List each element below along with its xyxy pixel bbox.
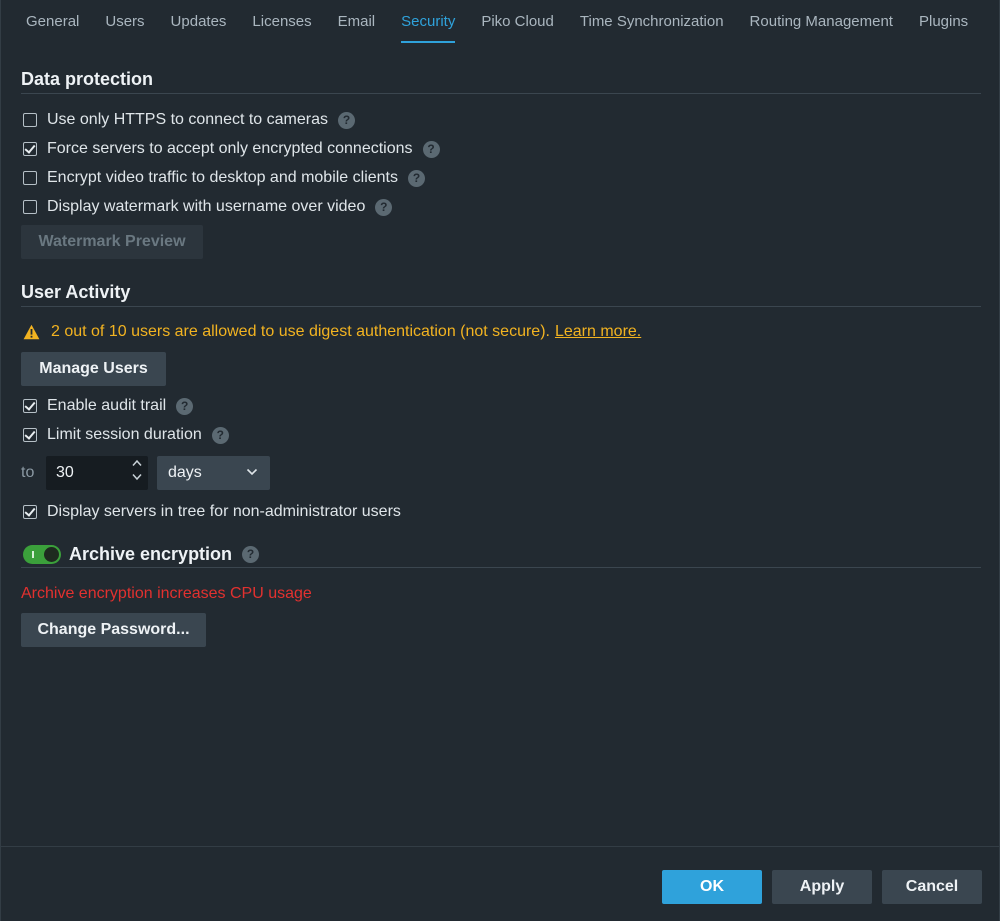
warning-triangle-icon xyxy=(23,324,40,340)
ok-button[interactable]: OK xyxy=(662,870,762,904)
manage-users-button[interactable]: Manage Users xyxy=(21,352,166,386)
encrypted-connections-option[interactable]: Force servers to accept only encrypted c… xyxy=(23,139,440,159)
chevron-down-icon xyxy=(246,468,258,476)
question-icon[interactable]: ? xyxy=(176,397,194,415)
question-icon[interactable]: ? xyxy=(375,198,393,216)
encrypted-connections-checkbox[interactable] xyxy=(23,142,37,156)
watermark-option[interactable]: Display watermark with username over vid… xyxy=(23,197,393,217)
tab-users[interactable]: Users xyxy=(92,0,157,44)
audit-trail-option[interactable]: Enable audit trail ? xyxy=(23,396,194,416)
tab-piko-cloud[interactable]: Piko Cloud xyxy=(468,0,567,44)
warning-text: 2 out of 10 users are allowed to use dig… xyxy=(51,323,550,340)
https-only-label: Use only HTTPS to connect to cameras xyxy=(47,111,328,128)
apply-button[interactable]: Apply xyxy=(772,870,872,904)
archive-encryption-header: Archive encryption ? xyxy=(23,543,260,565)
watermark-preview-button[interactable]: Watermark Preview xyxy=(21,225,203,259)
limit-session-checkbox[interactable] xyxy=(23,428,37,442)
section-divider xyxy=(21,567,981,568)
tab-general[interactable]: General xyxy=(13,0,92,44)
https-only-checkbox[interactable] xyxy=(23,113,37,127)
system-administration-window: General Users Updates Licenses Email Sec… xyxy=(0,0,1000,921)
tab-routing-management[interactable]: Routing Management xyxy=(737,0,906,44)
session-duration-unit-select[interactable]: days xyxy=(157,456,270,490)
https-only-option[interactable]: Use only HTTPS to connect to cameras ? xyxy=(23,110,355,130)
watermark-checkbox[interactable] xyxy=(23,200,37,214)
toggle-on-mark xyxy=(32,550,34,558)
tab-time-synchronization[interactable]: Time Synchronization xyxy=(567,0,737,44)
toggle-knob xyxy=(44,546,59,562)
chevron-up-icon[interactable] xyxy=(132,459,142,467)
encrypt-video-option[interactable]: Encrypt video traffic to desktop and mob… xyxy=(23,168,425,188)
limit-session-label: Limit session duration xyxy=(47,426,202,443)
footer-divider xyxy=(1,846,1000,847)
spin-arrows[interactable] xyxy=(132,459,142,481)
question-icon[interactable]: ? xyxy=(338,111,355,129)
watermark-label: Display watermark with username over vid… xyxy=(47,198,366,215)
audit-trail-label: Enable audit trail xyxy=(47,397,167,414)
question-icon[interactable]: ? xyxy=(408,169,425,187)
tab-security[interactable]: Security xyxy=(388,0,468,44)
duration-unit-value: days xyxy=(168,464,202,481)
section-divider xyxy=(21,306,981,307)
display-servers-option[interactable]: Display servers in tree for non-administ… xyxy=(23,502,401,522)
encrypt-video-label: Encrypt video traffic to desktop and mob… xyxy=(47,169,398,186)
display-servers-checkbox[interactable] xyxy=(23,505,37,519)
cancel-button[interactable]: Cancel xyxy=(882,870,982,904)
archive-encryption-warning: Archive encryption increases CPU usage xyxy=(21,585,312,602)
encrypt-video-checkbox[interactable] xyxy=(23,171,37,185)
session-duration-value[interactable]: 30 xyxy=(56,464,74,482)
encrypted-connections-label: Force servers to accept only encrypted c… xyxy=(47,140,413,157)
question-icon[interactable]: ? xyxy=(242,545,260,563)
data-protection-title: Data protection xyxy=(21,69,154,89)
display-servers-label: Display servers in tree for non-administ… xyxy=(47,503,401,520)
archive-encryption-toggle[interactable] xyxy=(23,544,61,564)
audit-trail-checkbox[interactable] xyxy=(23,399,37,413)
limit-session-option[interactable]: Limit session duration ? xyxy=(23,425,229,445)
tab-updates[interactable]: Updates xyxy=(158,0,240,44)
question-icon[interactable]: ? xyxy=(422,140,440,158)
tab-email[interactable]: Email xyxy=(325,0,389,44)
session-duration-spinbox[interactable]: 30 xyxy=(46,456,148,490)
tab-bar: General Users Updates Licenses Email Sec… xyxy=(1,0,1000,44)
section-divider xyxy=(21,93,981,94)
chevron-down-icon[interactable] xyxy=(132,473,142,481)
archive-encryption-label: Archive encryption xyxy=(69,543,233,564)
digest-auth-warning: 2 out of 10 users are allowed to use dig… xyxy=(23,321,641,343)
change-password-button[interactable]: Change Password... xyxy=(21,613,206,647)
question-icon[interactable]: ? xyxy=(211,426,229,444)
user-activity-title: User Activity xyxy=(21,282,131,302)
to-label: to xyxy=(21,464,35,481)
tab-licenses[interactable]: Licenses xyxy=(239,0,324,44)
learn-more-link[interactable]: Learn more. xyxy=(555,323,641,341)
tab-plugins[interactable]: Plugins xyxy=(906,0,981,44)
